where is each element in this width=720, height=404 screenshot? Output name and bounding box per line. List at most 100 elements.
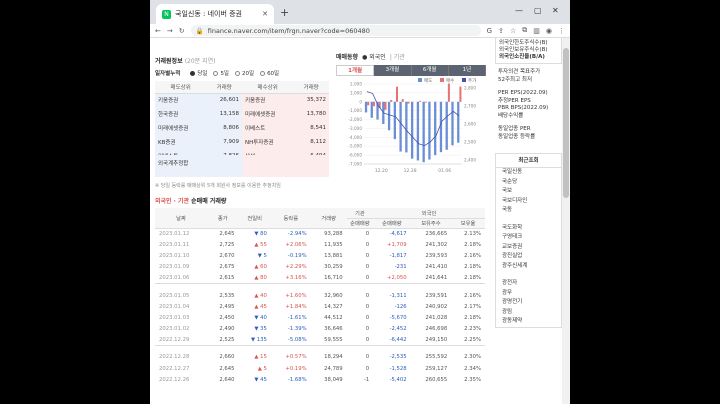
chart-tab-6m[interactable]: 6개월 (411, 65, 449, 76)
legend-label: 매수 (446, 78, 454, 84)
foreign-estimate-label: 외국계추정합 (155, 155, 221, 177)
chart-tab-3m[interactable]: 3개월 (374, 65, 412, 76)
sell-bar (387, 101, 391, 131)
trend-chart-title: 매매동향 (336, 54, 359, 61)
cell-hold: 240,902 (425, 303, 448, 310)
tab-bar: N 국일신동 : 네이버 증권 ✕ + — ▢ ✕ (150, 0, 570, 24)
recent-item[interactable]: 국일신동 (496, 168, 561, 178)
change-value: 5 (263, 365, 267, 372)
broker-cell-buy-qty: 8,112 (293, 135, 329, 149)
cell-close: 2,535 (219, 292, 235, 299)
cell-date: 2023.01.03 (159, 314, 190, 321)
cell-volume: 93,288 (324, 230, 343, 237)
cell-hold: 241,641 (425, 275, 448, 282)
period-radio-20d[interactable]: 20일 (235, 69, 254, 77)
recent-item[interactable]: 구영테크 (496, 233, 561, 243)
recent-item[interactable]: 광주신세계 (496, 262, 561, 272)
x-tick: 01.06 (438, 168, 451, 174)
broker-cell-sell-broker[interactable]: 미래에셋증권 (155, 121, 207, 135)
period-radio-today[interactable]: 당일 (190, 69, 207, 77)
cell-fnet: -5,402 (389, 376, 407, 383)
recent-item[interactable]: 광림 (496, 308, 561, 318)
recent-item[interactable]: 국보디자인 (496, 197, 561, 207)
close-window-button[interactable]: ✕ (552, 6, 559, 15)
menu-icon[interactable]: ⋮ (558, 27, 565, 35)
new-tab-button[interactable]: + (280, 6, 289, 19)
profile-icon[interactable]: ◉ (546, 27, 552, 35)
reload-icon[interactable]: ↻ (179, 27, 185, 35)
cell-volume: 13,881 (324, 252, 343, 259)
minimize-button[interactable]: — (515, 6, 523, 15)
recent-item[interactable]: 광전자 (496, 279, 561, 289)
maximize-button[interactable]: ▢ (534, 6, 542, 15)
recent-item[interactable]: 국보 (496, 187, 561, 197)
table-row: 2023.01.02 2,490 ▼ 35 -1.39% 36,646 0 -2,452 24… (155, 324, 485, 335)
cell-fnet: -126 (394, 303, 407, 310)
period-radio-60d[interactable]: 60일 (260, 69, 279, 77)
recent-item[interactable]: 광진실업 (496, 252, 561, 262)
change-value: 80 (260, 275, 267, 282)
broker-cell-buy-broker[interactable]: 이베스트 (241, 121, 294, 135)
cell-change: ▼ 40 (238, 312, 270, 323)
share-icon[interactable]: ⇪ (498, 27, 504, 35)
sidebar-line: PER EPS(2022.09) (498, 90, 548, 96)
period-radio-5d[interactable]: 5일 (213, 69, 229, 77)
tab-title: 국일신동 : 네이버 증권 (175, 10, 242, 18)
browser-tab[interactable]: N 국일신동 : 네이버 증권 ✕ (156, 4, 274, 24)
google-icon[interactable]: G (487, 27, 492, 35)
broker-cell-buy-broker[interactable]: 키움증권 (241, 93, 294, 107)
scrollbar[interactable] (562, 38, 570, 404)
extensions-icon[interactable]: ⧉ (522, 26, 527, 35)
y-left-tick: -2,000 (349, 117, 363, 122)
cell-inst: 0 (365, 292, 370, 299)
cell-ratio: 2.35% (464, 376, 481, 383)
cell-rate: +2.29% (285, 264, 307, 271)
cell-fnet: +1,709 (387, 241, 407, 248)
cell-fnet: -2,535 (389, 354, 407, 361)
recent-item[interactable]: 광무 (496, 289, 561, 299)
legend-inst-toggle[interactable]: | 기관 (390, 52, 405, 61)
broker-cell-buy-broker[interactable]: 미래에셋증권 (241, 107, 294, 121)
sell-bar (399, 101, 402, 152)
cell-hold: 259,127 (425, 365, 448, 372)
broker-cell-sell-broker[interactable]: KB증권 (155, 135, 207, 149)
chart-tab-1m[interactable]: 1개월 (336, 65, 375, 76)
cell-volume: 44,512 (324, 314, 343, 321)
url-field[interactable]: 🔒 finance.naver.com/item/frgn.naver?code… (190, 25, 481, 36)
recent-item[interactable]: 국도화학 (496, 224, 561, 234)
cell-close: 2,660 (219, 354, 235, 361)
forward-icon[interactable]: → (167, 27, 173, 35)
col-foreign-net: 순매매량 (373, 218, 411, 229)
trade-info-note: ※ 당일 등락률 매매상위 5개 회원사 정보를 이용한 추정치임 (155, 183, 281, 189)
recent-item[interactable]: 교보증권 (496, 243, 561, 253)
period-option-label: 5일 (220, 71, 229, 77)
recent-item[interactable]: 광동제약 (496, 317, 561, 327)
broker-row: 미래에셋증권 8,806 이베스트 8,541 (155, 121, 329, 135)
legend-foreign-toggle[interactable]: ● 외국인 (362, 52, 386, 61)
star-icon[interactable]: ☆ (510, 27, 516, 35)
broker-cell-sell-qty: 8,806 (206, 121, 242, 135)
trade-info-delay: (20분 지연) (184, 58, 216, 65)
broker-cell-sell-broker[interactable]: 한국증권 (155, 107, 207, 121)
sidebar-line: 추정PER EPS (498, 97, 531, 104)
table-row: 2023.01.10 2,670 ▼ 5 -0.19% 13,881 0 -1,817 239… (155, 250, 485, 261)
broker-row: 키움증권 26,601 키움증권 35,372 (155, 93, 329, 107)
radio-dot-icon (213, 70, 219, 76)
recent-item[interactable]: 국동 (496, 206, 561, 216)
close-tab-icon[interactable]: ✕ (262, 10, 268, 18)
scrollbar-thumb[interactable] (563, 48, 569, 198)
sidepanel-icon[interactable]: ▥ (533, 27, 540, 35)
broker-cell-buy-broker[interactable]: NH투자증권 (241, 135, 294, 149)
cell-change: ▼ 35 (238, 324, 270, 335)
chart-tab-1y[interactable]: 1년 (448, 65, 486, 76)
broker-cell-sell-broker[interactable]: 키움증권 (155, 93, 207, 107)
broker-cell-sell-qty: 13,158 (206, 107, 242, 121)
broker-row: 한국증권 13,158 미래에셋증권 13,780 (155, 107, 329, 121)
cell-inst: 0 (365, 241, 370, 248)
back-icon[interactable]: ← (155, 27, 161, 35)
recent-item[interactable]: 광명전기 (496, 298, 561, 308)
sidebar-line: 외국인한도주식수(B) (499, 40, 548, 46)
cell-date: 2022.12.26 (159, 376, 190, 383)
recent-item[interactable]: 국순당 (496, 178, 561, 188)
change-value: 45 (260, 376, 267, 383)
